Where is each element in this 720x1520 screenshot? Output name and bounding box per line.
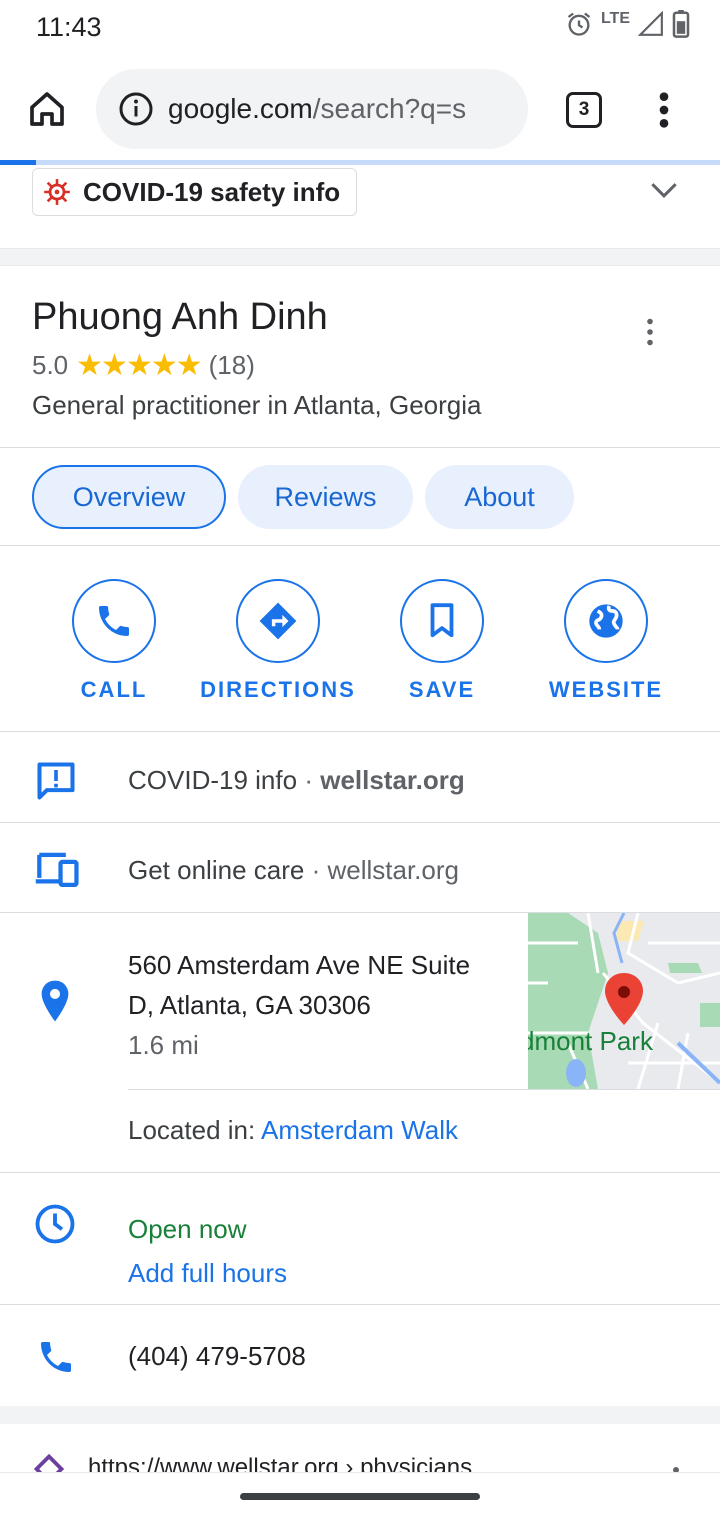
gesture-nav-bar xyxy=(0,1472,720,1520)
distance-text: 1.6 mi xyxy=(128,1030,199,1060)
tab-overview[interactable]: Overview xyxy=(32,465,226,529)
place-tabs: Overview Reviews About xyxy=(0,449,720,546)
rating-value: 5.0 xyxy=(32,350,69,380)
review-count: (18) xyxy=(208,350,255,380)
place-category: General practitioner in Atlanta, Georgia xyxy=(32,390,482,420)
signal-icon xyxy=(638,11,663,36)
location-pin-icon xyxy=(41,980,69,1022)
covid-info-row[interactable]: COVID-19 info · wellstar.org xyxy=(0,733,720,823)
section-divider xyxy=(0,248,720,266)
tab-about[interactable]: About xyxy=(425,465,574,529)
open-status: Open now xyxy=(128,1214,247,1244)
devices-icon xyxy=(35,852,79,888)
phone-number[interactable]: (404) 479-5708 xyxy=(128,1341,306,1372)
virus-icon xyxy=(44,179,70,205)
status-time: 11:43 xyxy=(36,12,102,42)
online-care-source: wellstar.org xyxy=(327,855,459,885)
call-button[interactable]: CALL xyxy=(32,579,196,703)
clock-icon xyxy=(35,1204,75,1244)
located-in-link[interactable]: Amsterdam Walk xyxy=(261,1115,458,1145)
battery-icon xyxy=(672,10,690,38)
home-icon[interactable] xyxy=(26,89,68,129)
site-favicon-icon xyxy=(33,1454,65,1472)
star-rating-icon: ★★★★★ xyxy=(76,349,202,382)
directions-button[interactable]: DIRECTIONS xyxy=(196,579,360,703)
covid-chip-label: COVID-19 safety info xyxy=(83,176,341,207)
page-load-progress xyxy=(0,160,720,165)
save-label: SAVE xyxy=(408,677,476,702)
info-icon[interactable] xyxy=(118,91,154,127)
directions-label: DIRECTIONS xyxy=(200,677,356,702)
online-care-text[interactable]: Get online care · wellstar.org xyxy=(128,855,459,886)
place-header: Phuong Anh Dinh 5.0 ★★★★★ (18) General p… xyxy=(0,266,720,448)
map-image: dmont Park xyxy=(528,913,720,1089)
network-type-label: LTE xyxy=(600,10,630,27)
address-bar[interactable]: google.com/search?q=s xyxy=(96,69,528,149)
map-thumbnail[interactable]: dmont Park xyxy=(528,913,720,1089)
map-label: dmont Park xyxy=(528,1026,654,1056)
covid-safety-chip[interactable]: COVID-19 safety info xyxy=(32,168,358,216)
phone-row[interactable]: (404) 479-5708 xyxy=(0,1305,720,1407)
browser-toolbar: google.com/search?q=s 3 xyxy=(0,56,720,162)
tab-switcher-button[interactable]: 3 xyxy=(566,92,602,128)
next-result-url[interactable]: https://www.wellstar.org › physicians xyxy=(88,1454,472,1472)
rating-row[interactable]: 5.0 ★★★★★ (18) xyxy=(32,348,255,383)
action-buttons: CALL DIRECTIONS SAVE WEBSITE xyxy=(0,547,720,732)
feedback-icon xyxy=(37,762,75,800)
next-result[interactable]: https://www.wellstar.org › physicians xyxy=(0,1406,720,1472)
add-hours-link[interactable]: Add full hours xyxy=(128,1251,287,1295)
covid-info-text[interactable]: COVID-19 info · wellstar.org xyxy=(128,765,465,796)
hours-text: Open now Add full hours xyxy=(128,1207,287,1295)
inner-divider xyxy=(128,1089,720,1090)
place-name: Phuong Anh Dinh xyxy=(32,296,328,338)
tab-reviews[interactable]: Reviews xyxy=(238,465,413,529)
address-line2: D, Atlanta, GA 30306 xyxy=(128,990,371,1020)
website-label: WEBSITE xyxy=(548,677,664,702)
address-text[interactable]: 560 Amsterdam Ave NE Suite D, Atlanta, G… xyxy=(128,945,470,1065)
more-options-icon[interactable] xyxy=(644,318,656,346)
address-line1: 560 Amsterdam Ave NE Suite xyxy=(128,950,471,980)
online-care-row[interactable]: Get online care · wellstar.org xyxy=(0,823,720,913)
bookmark-icon xyxy=(430,603,454,638)
address-row: 560 Amsterdam Ave NE Suite D, Atlanta, G… xyxy=(0,913,720,1173)
overflow-menu-icon[interactable] xyxy=(650,90,678,130)
directions-icon xyxy=(259,602,297,640)
system-icons: LTE xyxy=(565,10,690,38)
phone-icon xyxy=(99,606,129,636)
covid-banner: COVID-19 safety info xyxy=(0,168,720,248)
covid-info-source: wellstar.org xyxy=(320,765,465,795)
globe-icon xyxy=(589,604,623,638)
call-label: CALL xyxy=(80,677,148,702)
phone-icon xyxy=(41,1342,71,1372)
url-text[interactable]: google.com/search?q=s xyxy=(168,93,466,125)
located-in-text: Located in: Amsterdam Walk xyxy=(128,1115,458,1145)
hours-row: Open now Add full hours xyxy=(0,1173,720,1305)
alarm-icon xyxy=(567,12,591,36)
home-gesture-handle[interactable] xyxy=(240,1493,480,1500)
status-bar: 11:43 LTE xyxy=(0,0,720,56)
save-button[interactable]: SAVE xyxy=(360,579,524,703)
chevron-down-icon[interactable] xyxy=(650,180,678,200)
website-button[interactable]: WEBSITE xyxy=(524,579,688,703)
